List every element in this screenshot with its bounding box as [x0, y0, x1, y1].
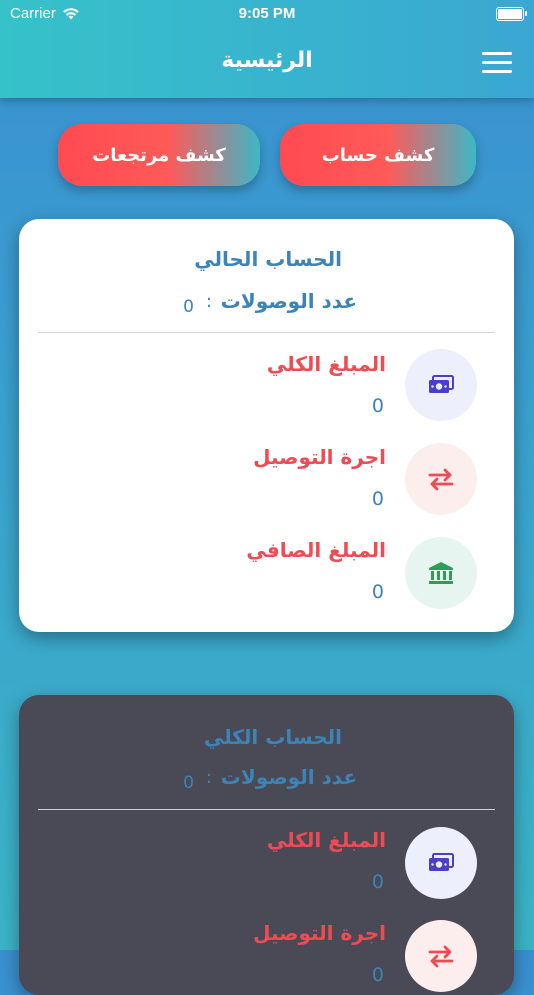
card-title: الحساب الحالي [194, 247, 342, 271]
status-bar: Carrier 9:05 PM [0, 0, 534, 30]
divider [38, 809, 495, 810]
current-account-card: الحساب الحالي عدد الوصولات : 0 المبلغ ال… [19, 219, 514, 632]
status-time: 9:05 PM [238, 5, 296, 22]
receipts-count-value: 0 [183, 773, 194, 793]
exchange-arrows-icon [405, 443, 477, 515]
account-statement-button[interactable]: كشف حساب [280, 124, 476, 186]
total-amount-label: المبلغ الكلي [266, 828, 386, 852]
delivery-fee-label: اجرة التوصيل [253, 921, 386, 945]
total-account-card: الحساب الكلي عدد الوصولات : 0 المبلغ الك… [19, 695, 514, 995]
card-title: الحساب الكلي [203, 725, 342, 749]
top-navbar: Carrier 9:05 PM الرئيسية [0, 0, 534, 98]
money-bill-icon [405, 349, 477, 421]
receipts-count-label: عدد الوصولات [220, 289, 357, 313]
delivery-fee-value: 0 [371, 964, 384, 986]
net-amount-label: المبلغ الصافي [246, 538, 386, 562]
exchange-arrows-icon [405, 920, 477, 992]
returns-statement-label: كشف مرتجعات [92, 144, 226, 166]
net-amount-value: 0 [371, 581, 384, 603]
money-bill-icon [405, 827, 477, 899]
total-amount-value: 0 [371, 395, 384, 417]
battery-icon [496, 7, 527, 21]
colon-separator: : [205, 767, 212, 788]
receipts-count-label: عدد الوصولات [220, 765, 357, 789]
total-amount-label: المبلغ الكلي [266, 352, 386, 376]
receipts-count-value: 0 [183, 297, 194, 317]
colon-separator: : [205, 291, 212, 312]
delivery-fee-label: اجرة التوصيل [253, 445, 386, 469]
account-statement-label: كشف حساب [321, 144, 435, 166]
page-title: الرئيسية [221, 48, 313, 73]
returns-statement-button[interactable]: كشف مرتجعات [58, 124, 260, 186]
divider [38, 332, 495, 333]
bank-icon [405, 537, 477, 609]
hamburger-menu-icon[interactable] [482, 52, 512, 74]
total-amount-value: 0 [371, 871, 384, 893]
delivery-fee-value: 0 [371, 488, 384, 510]
